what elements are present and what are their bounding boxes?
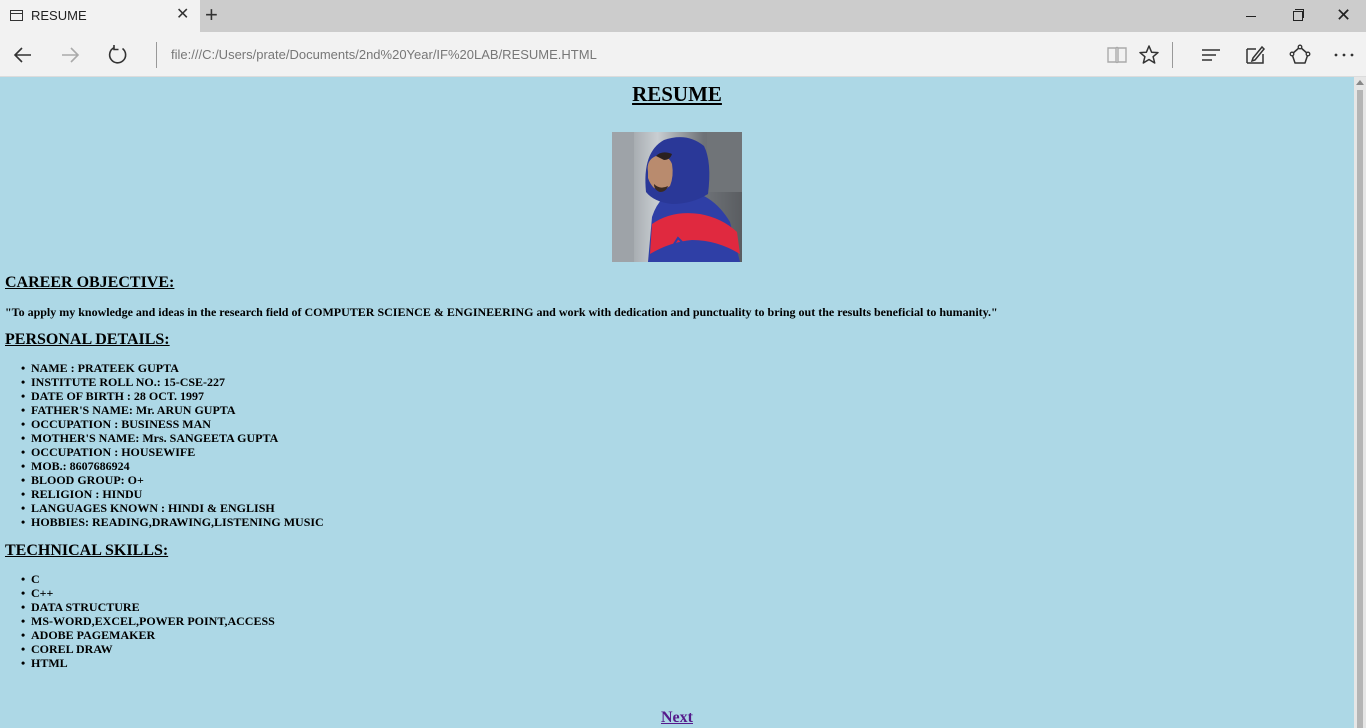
list-item: INSTITUTE ROLL NO.: 15-CSE-227 — [21, 375, 324, 389]
hub-button[interactable] — [1198, 42, 1224, 68]
close-icon: ✕ — [1336, 5, 1352, 25]
career-objective-text: "To apply my knowledge and ideas in the … — [5, 305, 998, 319]
page-viewport: RESUME CAREER OBJECTIVE: "To apply my kn… — [0, 77, 1354, 728]
list-item: COREL DRAW — [21, 642, 275, 656]
list-item: BLOOD GROUP: O+ — [21, 473, 324, 487]
list-item: C++ — [21, 586, 275, 600]
list-item: MS-WORD,EXCEL,POWER POINT,ACCESS — [21, 614, 275, 628]
book-icon — [1107, 46, 1127, 64]
navigation-bar: file:///C:/Users/prate/Documents/2nd%20Y… — [0, 32, 1366, 77]
refresh-icon — [108, 45, 127, 64]
minimize-button[interactable] — [1228, 0, 1274, 32]
address-bar[interactable]: file:///C:/Users/prate/Documents/2nd%20Y… — [171, 47, 597, 62]
list-item: ADOBE PAGEMAKER — [21, 628, 275, 642]
list-item: MOTHER'S NAME: Mrs. SANGEETA GUPTA — [21, 431, 324, 445]
back-arrow-icon — [13, 47, 31, 63]
list-item: OCCUPATION : HOUSEWIFE — [21, 445, 324, 459]
profile-photo-image — [612, 132, 742, 262]
address-separator — [156, 42, 157, 68]
more-dots-icon — [1334, 53, 1354, 57]
list-item: NAME : PRATEEK GUPTA — [21, 361, 324, 375]
next-link[interactable]: Next — [661, 709, 693, 726]
hub-lines-icon — [1202, 49, 1220, 61]
browser-tab[interactable]: RESUME ✕ — [0, 0, 200, 32]
personal-details-heading: PERSONAL DETAILS: — [5, 331, 170, 348]
favorite-button[interactable] — [1136, 42, 1162, 68]
list-item: HTML — [21, 656, 275, 670]
forward-button[interactable] — [57, 42, 83, 68]
scrollbar-thumb[interactable] — [1357, 90, 1363, 728]
new-tab-icon[interactable]: + — [205, 4, 218, 26]
page-icon — [10, 10, 23, 21]
next-link-container: Next — [0, 709, 1354, 727]
restore-button[interactable] — [1274, 0, 1320, 32]
share-icon — [1289, 44, 1311, 64]
back-button[interactable] — [10, 42, 36, 68]
vertical-scrollbar[interactable] — [1354, 77, 1366, 728]
technical-skills-list: C C++ DATA STRUCTURE MS-WORD,EXCEL,POWER… — [21, 572, 275, 670]
close-window-button[interactable]: ✕ — [1320, 0, 1366, 32]
list-item: HOBBIES: READING,DRAWING,LISTENING MUSIC — [21, 515, 324, 529]
list-item: RELIGION : HINDU — [21, 487, 324, 501]
tab-title: RESUME — [31, 8, 87, 23]
profile-photo — [612, 132, 742, 262]
toolbar-separator — [1172, 42, 1173, 68]
close-tab-icon[interactable]: ✕ — [176, 7, 189, 23]
star-icon — [1139, 45, 1159, 64]
scroll-up-arrow-icon[interactable] — [1356, 80, 1364, 85]
page-title: RESUME — [632, 82, 722, 106]
web-note-button[interactable] — [1242, 42, 1268, 68]
list-item: MOB.: 8607686924 — [21, 459, 324, 473]
technical-skills-heading: TECHNICAL SKILLS: — [5, 542, 169, 559]
web-note-pen-icon — [1246, 45, 1266, 64]
tab-bar: RESUME ✕ + ✕ — [0, 0, 1366, 32]
reading-view-button[interactable] — [1104, 42, 1130, 68]
list-item: OCCUPATION : BUSINESS MAN — [21, 417, 324, 431]
refresh-button[interactable] — [105, 42, 131, 68]
forward-arrow-icon — [62, 47, 80, 63]
list-item: DATA STRUCTURE — [21, 600, 275, 614]
personal-details-list: NAME : PRATEEK GUPTA INSTITUTE ROLL NO.:… — [21, 361, 324, 529]
list-item: C — [21, 572, 275, 586]
list-item: DATE OF BIRTH : 28 OCT. 1997 — [21, 389, 324, 403]
career-objective-heading: CAREER OBJECTIVE: — [5, 274, 175, 291]
list-item: LANGUAGES KNOWN : HINDI & ENGLISH — [21, 501, 324, 515]
share-button[interactable] — [1287, 42, 1313, 68]
list-item: FATHER'S NAME: Mr. ARUN GUPTA — [21, 403, 324, 417]
more-button[interactable] — [1331, 42, 1357, 68]
